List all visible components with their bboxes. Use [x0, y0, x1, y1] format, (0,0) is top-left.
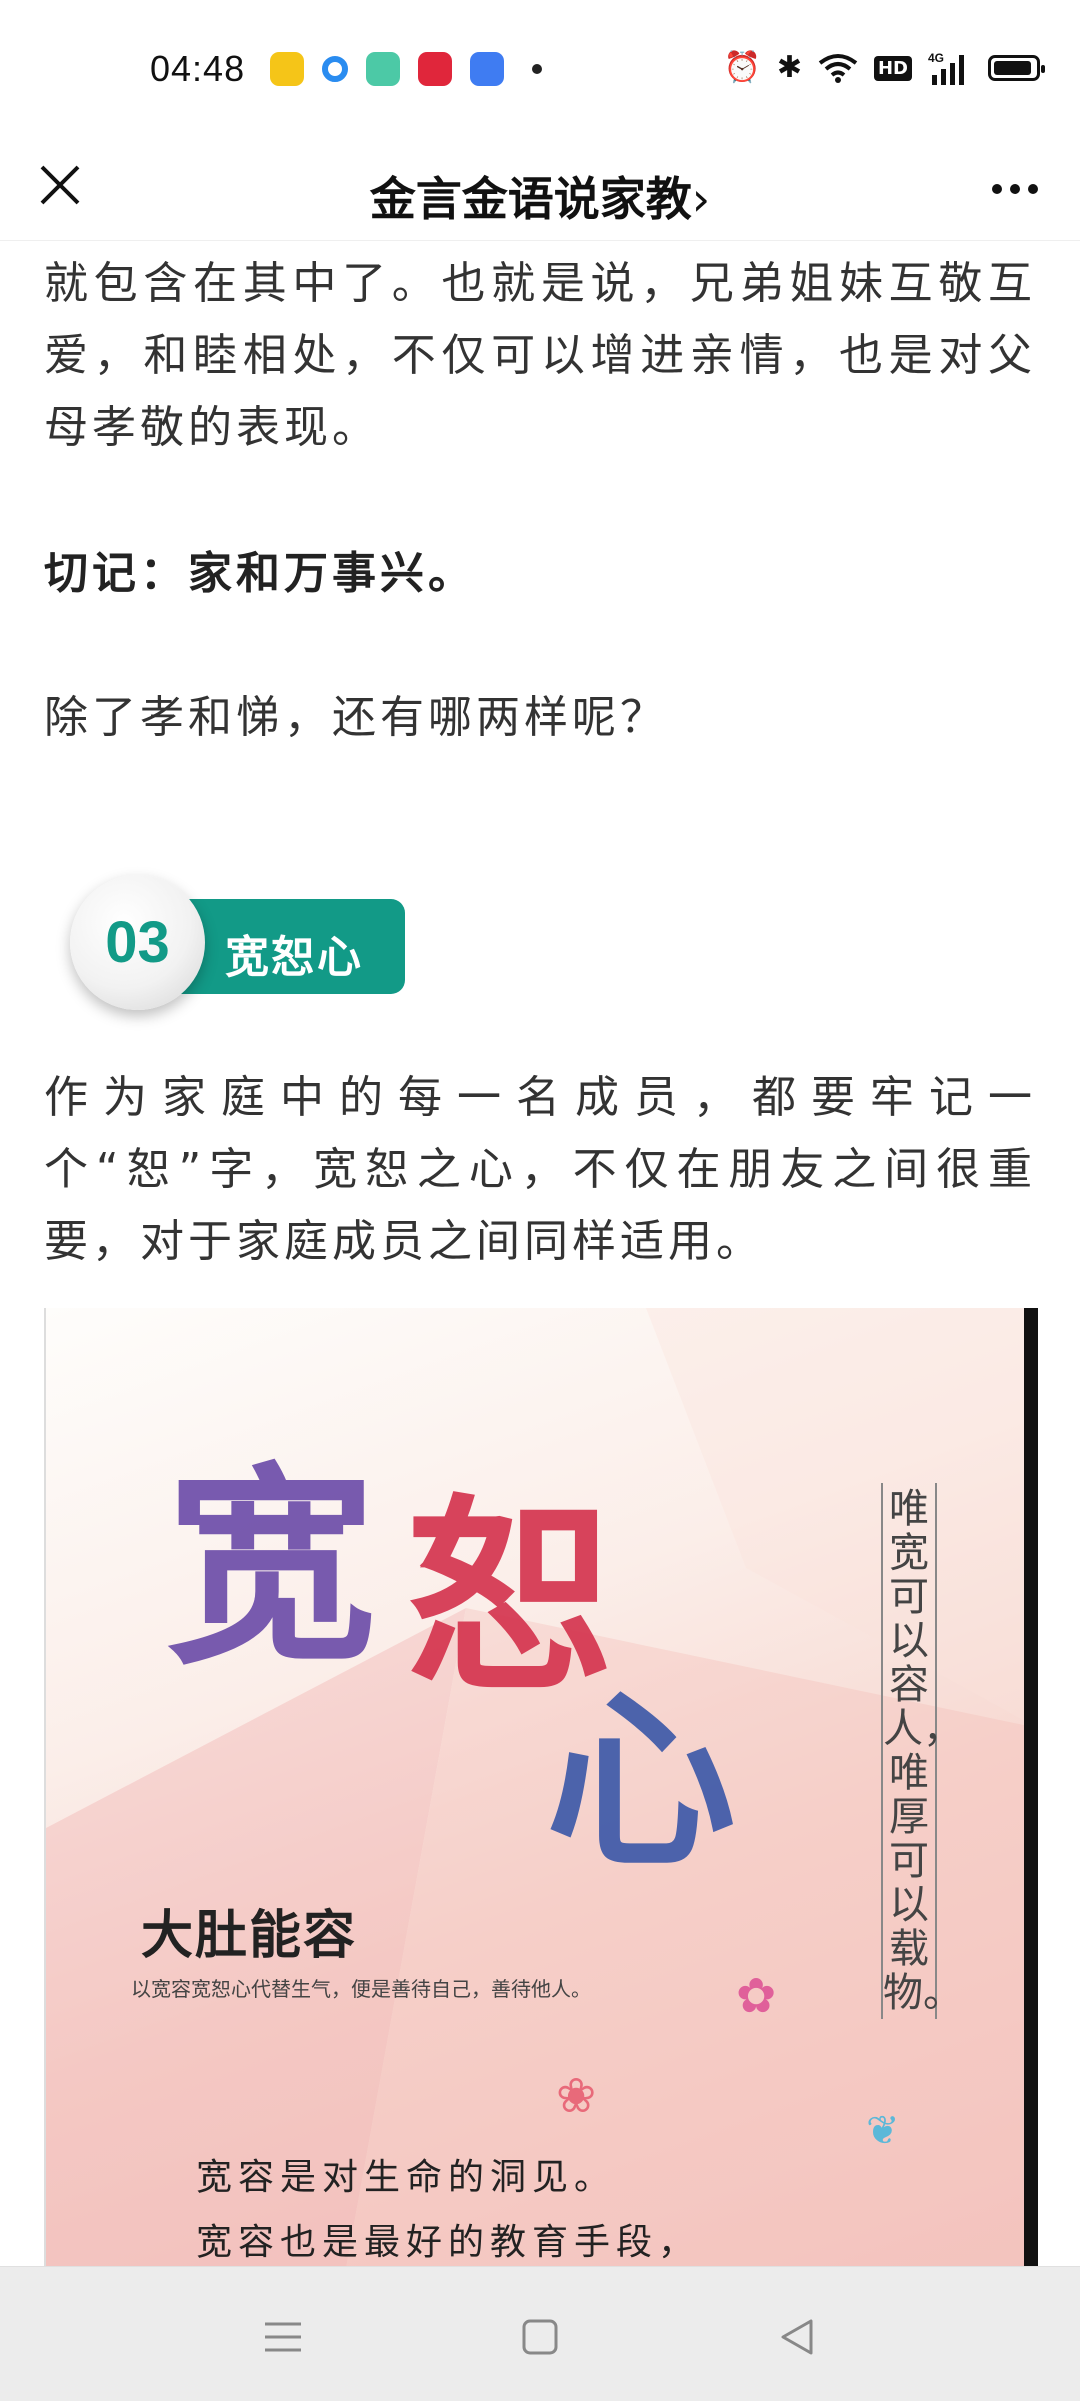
pinduoduo-app-icon [418, 52, 452, 86]
more-notifications-dot [532, 64, 542, 74]
poster-line: 宽容是对生命的洞见。 [196, 2157, 617, 2198]
svg-text:4G: 4G [928, 51, 944, 65]
bluetooth-icon: ✱ [776, 50, 802, 85]
menu-icon [265, 2322, 301, 2352]
back-triangle-icon [781, 2319, 813, 2355]
files-app-icon [470, 52, 504, 86]
system-nav-bar [0, 2266, 1080, 2401]
image-edge [1024, 1308, 1038, 2266]
butterfly-icon: ✿ [736, 1968, 777, 2024]
article-paragraph: 就包含在其中了。也就是说，兄弟姐妹互敬互爱，和睦相处，不仅可以增进亲情，也是对父… [44, 258, 1036, 453]
poster-subheading: 以宽容宽恕心代替生气，便是善待自己，善待他人。 [131, 1977, 591, 2001]
shop-app-icon [366, 52, 400, 86]
notes-app-icon [270, 52, 304, 86]
system-icons: ⏰ ✱ HD 4G [723, 50, 1045, 86]
wifi-icon [818, 54, 858, 83]
back-button[interactable] [762, 2302, 832, 2372]
section-number: 03 [105, 910, 170, 975]
home-square-icon [522, 2319, 558, 2355]
section-header: 宽恕心 03 [70, 875, 410, 1010]
page-title[interactable]: 金言金语说家教› [0, 163, 1080, 229]
article-highlight: 切记：家和万事兴。 [44, 548, 476, 599]
recent-apps-button[interactable] [248, 2302, 318, 2372]
home-button[interactable] [505, 2302, 575, 2372]
notification-icons [270, 52, 542, 86]
more-dot [1028, 184, 1038, 194]
status-time: 04:48 [150, 48, 246, 89]
nav-bar: 金言金语说家教› [0, 135, 1080, 241]
butterfly-icon: ❦ [866, 2108, 900, 2154]
more-dot [992, 184, 1002, 194]
flower-icon: ❀ [556, 2068, 597, 2124]
page-title-text: 金言金语说家教 [369, 172, 692, 226]
poster-char-3: 心 [546, 1670, 737, 1893]
article-content[interactable]: 就包含在其中了。也就是说，兄弟姐妹互敬互爱，和睦相处，不仅可以增进亲情，也是对父… [0, 240, 1080, 2266]
section-label: 宽恕心 [225, 932, 363, 983]
article-question: 除了孝和悌，还有哪两样呢？ [44, 692, 668, 743]
status-bar: 04:48 ⏰ ✱ HD 4G [0, 0, 1080, 135]
battery-icon [988, 55, 1045, 81]
chevron-right-icon: › [691, 172, 711, 226]
article-image[interactable]: 宽 恕 心 唯宽可以容人，唯厚可以载物。 大肚能容 以宽容宽恕心代替生气，便是善… [44, 1308, 1038, 2266]
poster-vertical-quote: 唯宽可以容人，唯厚可以载物。 [881, 1483, 963, 2019]
more-button[interactable] [980, 159, 1050, 219]
poster-line: 宽容也是最好的教育手段， [196, 2222, 701, 2263]
section-paragraph: 作为家庭中的每一名成员，都要牢记一个“恕”字，宽恕之心，不仅在朋友之间很重要，对… [44, 1072, 1036, 1267]
browser-app-icon [322, 56, 348, 82]
poster-heading: 大肚能容 [141, 1905, 358, 1966]
hd-badge: HD [873, 55, 912, 81]
signal-icon: 4G [928, 51, 964, 85]
more-dot [1010, 184, 1020, 194]
poster-char-1: 宽 [166, 1444, 377, 1691]
alarm-icon: ⏰ [723, 50, 761, 85]
